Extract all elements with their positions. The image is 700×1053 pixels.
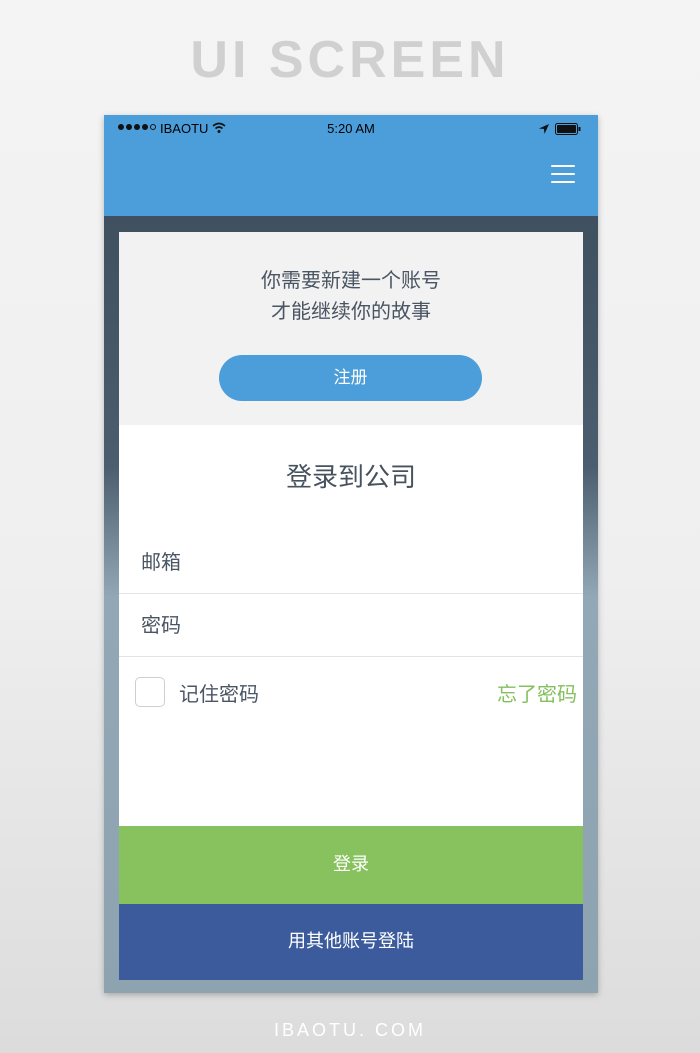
password-input[interactable] <box>119 596 561 654</box>
email-field <box>119 533 583 594</box>
phone-screen: IBAOTU 5:20 AM 你需要新建一个账号 才能继续你的故事 注册 登录到… <box>104 115 598 993</box>
login-button[interactable]: 登录 <box>119 826 583 904</box>
battery-icon <box>555 123 581 135</box>
remember-row: 记住密码 忘了密码 <box>119 673 583 713</box>
status-bar: IBAOTU 5:20 AM <box>104 115 598 143</box>
signup-prompt: 你需要新建一个账号 才能继续你的故事 <box>119 265 583 327</box>
login-card: 登录到公司 记住密码 忘了密码 <box>119 425 583 828</box>
footer-brand: IBAOTU. COM <box>273 1020 426 1040</box>
status-time: 5:20 AM <box>327 121 375 136</box>
remember-label: 记住密码 <box>179 682 259 706</box>
signup-prompt-line-2: 才能继续你的故事 <box>271 299 431 323</box>
page-header-title: UI SCREEN <box>190 31 510 89</box>
navbar <box>104 143 598 216</box>
forgot-password-link[interactable]: 忘了密码 <box>497 678 577 707</box>
login-title: 登录到公司 <box>285 463 416 493</box>
hamburger-menu-icon[interactable] <box>551 165 575 185</box>
email-input[interactable] <box>119 533 561 591</box>
signup-prompt-line-1: 你需要新建一个账号 <box>261 268 441 292</box>
other-account-login-button[interactable]: 用其他账号登陆 <box>119 904 583 980</box>
location-icon <box>539 124 549 134</box>
signup-card: 你需要新建一个账号 才能继续你的故事 注册 <box>119 232 583 425</box>
password-field <box>119 596 583 657</box>
register-button[interactable]: 注册 <box>219 355 482 401</box>
remember-checkbox[interactable] <box>135 677 165 707</box>
